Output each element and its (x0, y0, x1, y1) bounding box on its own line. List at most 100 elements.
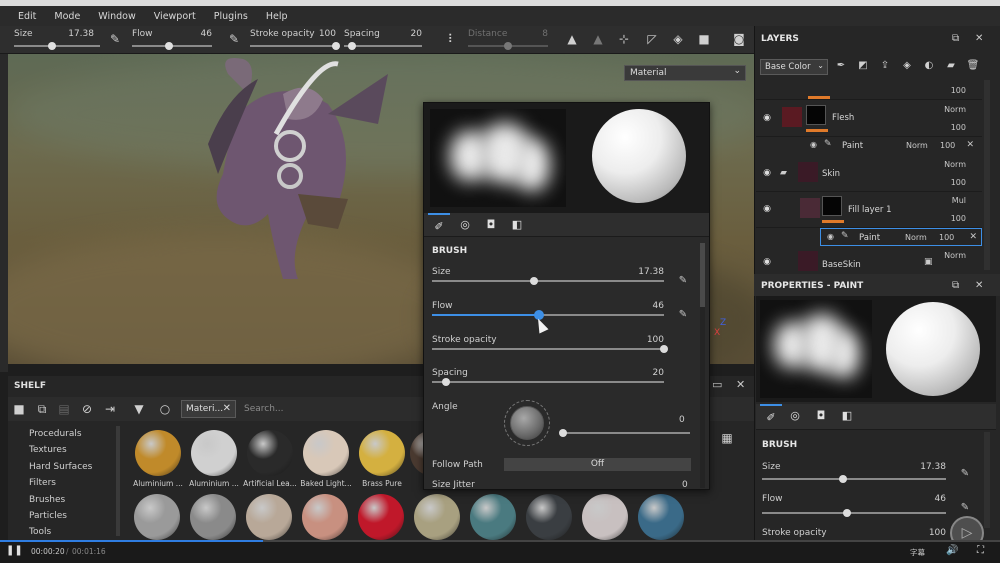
shelf-category-filters[interactable]: Filters (12, 475, 122, 491)
material-thumbnail[interactable] (582, 494, 628, 540)
add-mask-icon[interactable]: ◩ (856, 59, 870, 73)
add-fill-icon[interactable]: ◈ (900, 59, 914, 73)
transform-icon[interactable]: ⊹ (616, 31, 632, 47)
delete-layer-icon[interactable]: 🗑 (966, 59, 980, 73)
layer-blend-mode[interactable]: Norm (944, 160, 966, 169)
menu-edit[interactable]: Edit (18, 11, 36, 22)
follow-path-toggle[interactable]: Off (504, 458, 691, 471)
add-paint-layer-icon[interactable]: ◐ (922, 59, 936, 73)
screenshot-icon[interactable]: ◙ (731, 31, 747, 47)
visibility-eye-icon[interactable]: ◉ (762, 168, 772, 178)
properties-flow-track[interactable] (762, 512, 946, 514)
toolbar-flow-slider[interactable]: Flow 46 (132, 29, 212, 51)
layers-scrollbar[interactable] (984, 80, 990, 270)
tab-alpha-icon[interactable]: ◎ (454, 213, 476, 237)
properties-size-knob[interactable] (838, 475, 847, 483)
layer-blend-mode[interactable]: Mul (952, 196, 966, 205)
mirror-icon[interactable]: ▲ (590, 31, 606, 47)
tab-brush-icon[interactable]: ✐ (760, 404, 782, 428)
new-shelf-icon[interactable]: ▤ (56, 401, 72, 417)
shelf-filter-tag[interactable]: Materi... ✕ (181, 400, 236, 418)
shelf-search-input[interactable] (240, 400, 420, 418)
shelf-category-tools[interactable]: Tools (12, 524, 122, 540)
effect-visibility-icon[interactable]: ◉ (827, 232, 834, 241)
properties-size-track[interactable] (762, 478, 946, 480)
pause-icon[interactable]: ❚❚ (6, 545, 23, 556)
tab-stencil-icon[interactable]: ◘ (810, 404, 832, 428)
angle-knob[interactable] (559, 429, 567, 437)
material-thumbnail[interactable] (638, 494, 684, 540)
menu-window[interactable]: Window (98, 11, 135, 22)
toolbar-stroke-opacity-knob[interactable] (332, 42, 340, 50)
visibility-eye-icon[interactable]: ◉ (762, 204, 772, 214)
shelf-category-particles[interactable]: Particles (12, 508, 122, 524)
shelf-close-icon[interactable]: ✕ (736, 378, 745, 391)
grid-view-icon[interactable]: ▦ (719, 430, 735, 446)
toolbar-stroke-opacity-slider[interactable]: Stroke opacity 100 (250, 29, 340, 51)
symmetry-icon[interactable]: ▲ (564, 31, 580, 47)
effect-visibility-icon[interactable]: ◉ (810, 140, 817, 149)
popup-scrollbar[interactable] (700, 243, 705, 488)
material-thumbnail[interactable] (190, 494, 236, 540)
tab-alpha-icon[interactable]: ◎ (784, 404, 806, 428)
material-tile[interactable]: Aluminium ... (186, 430, 242, 488)
toolbar-distance-knob[interactable] (504, 42, 512, 50)
brush-size-track[interactable] (432, 280, 664, 282)
angle-dial[interactable] (510, 406, 544, 440)
tab-brush-icon[interactable]: ✐ (428, 213, 450, 237)
subtitle-button[interactable]: 字幕 (910, 547, 925, 558)
remove-filter-icon[interactable]: ✕ (223, 403, 231, 414)
angle-track[interactable] (562, 432, 690, 434)
brush-spacing-knob[interactable] (441, 378, 450, 386)
material-thumbnail[interactable] (302, 494, 348, 540)
material-thumbnail[interactable] (414, 494, 460, 540)
toolbar-spacing-knob[interactable] (347, 42, 356, 50)
brush-stroke-opacity-knob[interactable] (660, 345, 668, 353)
visibility-eye-icon[interactable]: ◉ (762, 257, 772, 267)
menu-mode[interactable]: Mode (54, 11, 80, 22)
tab-material-icon[interactable]: ◧ (506, 213, 528, 237)
volume-icon[interactable]: 🔊 (946, 545, 958, 556)
shelf-category-procedurals[interactable]: Procedurals (12, 426, 122, 442)
folder-icon[interactable]: ▰ (780, 168, 787, 178)
material-thumbnail[interactable] (526, 494, 572, 540)
toolbar-distance-slider[interactable]: Distance 8 (468, 29, 548, 51)
shelf-category-textures[interactable]: Textures (12, 442, 122, 458)
layer-row-baseskin[interactable]: ◉ BaseSkin Norm ▣ (756, 247, 982, 271)
brush-stroke-opacity-track[interactable] (432, 348, 664, 350)
camera-view-icon[interactable]: ■ (696, 31, 712, 47)
layer-opacity[interactable]: 100 (951, 178, 966, 187)
shelf-category-hard-surfaces[interactable]: Hard Surfaces (12, 459, 122, 475)
add-folder-icon[interactable]: ▰ (944, 59, 958, 73)
tab-stencil-icon[interactable]: ◘ (480, 213, 502, 237)
filter-icon[interactable]: ▼ (131, 401, 147, 417)
layers-undock-icon[interactable]: ⧉ (952, 33, 959, 44)
layer-opacity[interactable]: 100 (951, 86, 966, 95)
projection-icon[interactable]: ◸ (644, 31, 660, 47)
properties-undock-icon[interactable]: ⧉ (952, 280, 959, 291)
category-scrollbar[interactable] (116, 426, 120, 536)
properties-flow-knob[interactable] (842, 509, 851, 517)
cube-view-icon[interactable]: ◈ (670, 31, 686, 47)
material-thumbnail[interactable] (470, 494, 516, 540)
toolbar-size-slider[interactable]: Size 17.38 (14, 29, 100, 51)
layer-row-fill-layer-1[interactable]: ◉ Fill layer 1 Mul 100 (756, 192, 982, 228)
size-pen-pressure-icon[interactable]: ✎ (107, 31, 123, 47)
material-thumbnail[interactable] (246, 494, 292, 540)
layer-effect-row[interactable]: ◉ ✎ Paint Norm 100 ✕ (756, 137, 982, 155)
layer-row-skin[interactable]: ◉ ▰ Skin Norm 100 (756, 156, 982, 192)
properties-scrollbar[interactable] (984, 432, 990, 528)
toolbar-size-knob[interactable] (47, 42, 56, 50)
viewport-material-mode-select[interactable]: Material ⌄ (624, 65, 746, 81)
material-thumbnail[interactable] (358, 494, 404, 540)
brush-spacing-track[interactable] (432, 381, 664, 383)
toolbar-size-track[interactable] (14, 45, 100, 47)
menu-plugins[interactable]: Plugins (214, 11, 248, 22)
eyedropper-icon[interactable]: ✒ (834, 59, 848, 73)
lazy-mouse-icon[interactable]: ⠇ (444, 31, 460, 47)
effect-opacity[interactable]: 100 (939, 233, 954, 242)
add-effect-icon[interactable]: ⇪ (878, 59, 892, 73)
tab-material-icon[interactable]: ◧ (836, 404, 858, 428)
folder-icon[interactable]: ■ (11, 401, 27, 417)
toolbar-spacing-slider[interactable]: Spacing 20 (344, 29, 422, 51)
